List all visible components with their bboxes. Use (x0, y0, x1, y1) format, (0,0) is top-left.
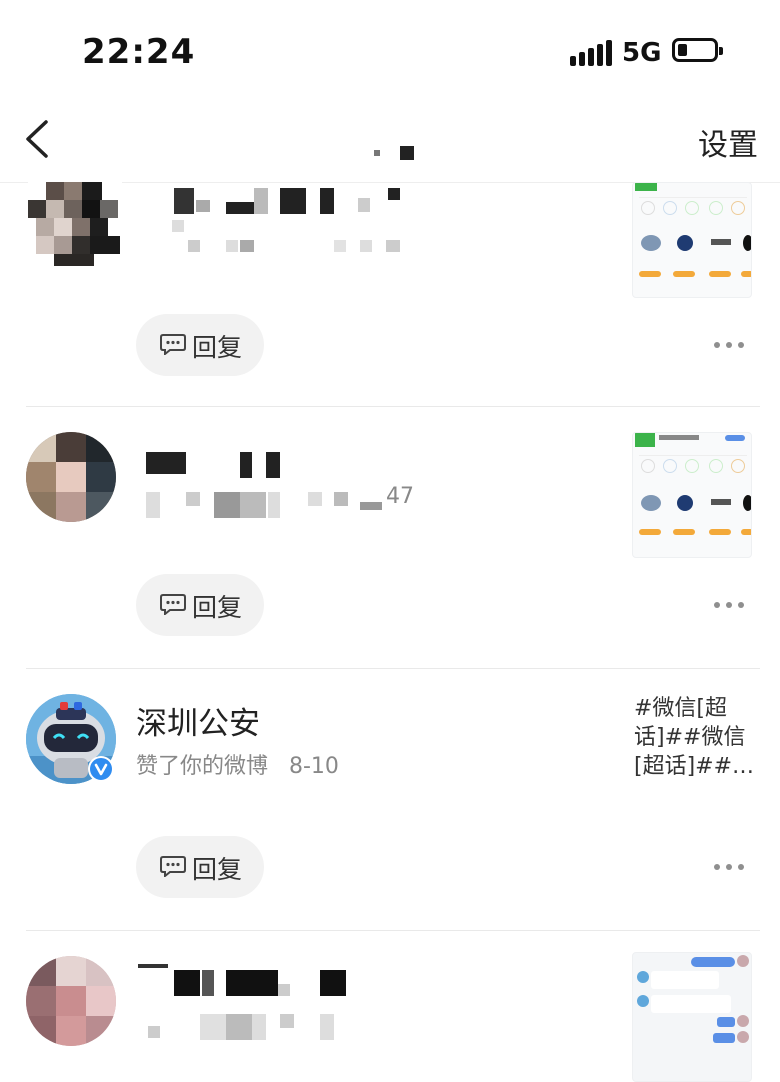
reply-label: 回复 (192, 593, 243, 622)
comment-icon (160, 594, 186, 615)
list-item[interactable] (0, 930, 780, 1082)
status-bar: 22:24 5G (0, 0, 780, 100)
network-type: 5G (622, 38, 662, 68)
more-dots-icon[interactable] (714, 342, 744, 352)
avatar[interactable] (28, 182, 122, 266)
user-name: 深圳公安 (136, 706, 260, 742)
activity-subtitle: 赞了你的微博 8-10 (136, 754, 339, 779)
verified-badge-icon (88, 756, 114, 782)
post-thumbnail[interactable] (632, 182, 752, 298)
status-time: 22:24 (82, 32, 196, 72)
signal-icon (570, 40, 612, 66)
post-preview-text[interactable]: #微信[超话]##微信[超话]##… (634, 694, 758, 781)
reply-button[interactable]: 回复 (136, 574, 264, 636)
list-item[interactable]: 回复 (0, 144, 780, 407)
list-item[interactable]: 深圳公安 赞了你的微博 8-10 #微信[超话]##微信[超话]##… 回复 (0, 668, 780, 931)
reply-label: 回复 (192, 333, 243, 362)
reply-button[interactable]: 回复 (136, 314, 264, 376)
activity-subtitle: 47 (386, 484, 414, 509)
avatar[interactable] (26, 432, 116, 522)
avatar[interactable] (26, 956, 116, 1046)
list-item[interactable]: 47 回复 (0, 406, 780, 669)
reply-label: 回复 (192, 855, 243, 884)
more-dots-icon[interactable] (714, 864, 744, 874)
battery-icon (672, 38, 723, 62)
reply-button[interactable]: 回复 (136, 836, 264, 898)
more-dots-icon[interactable] (714, 602, 744, 612)
post-thumbnail[interactable] (632, 432, 752, 558)
comment-icon (160, 856, 186, 877)
comment-icon (160, 334, 186, 355)
post-thumbnail[interactable] (632, 952, 752, 1082)
